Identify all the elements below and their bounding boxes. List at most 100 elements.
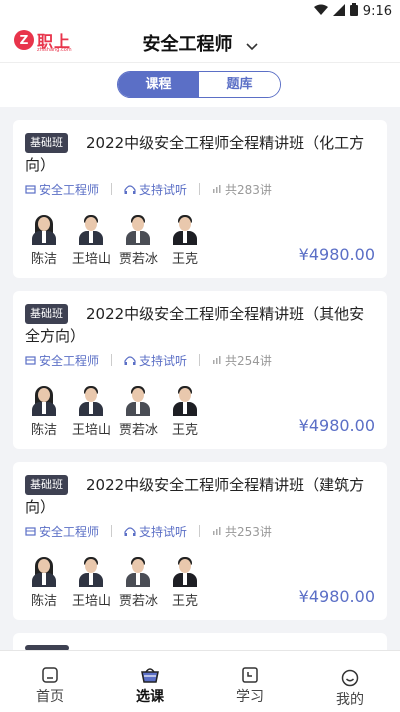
trial-tag-label: 支持试听 (139, 353, 188, 368)
teacher-avatar (76, 215, 106, 245)
audio-bars-icon (213, 185, 221, 193)
subject-tag: 安全工程师 (25, 523, 99, 540)
course-price: ¥4980.00 (298, 587, 375, 606)
chevron-down-icon (245, 36, 258, 55)
teacher-avatar (29, 557, 59, 587)
course-title: 2022中级安全工程师全程精讲班（建筑方向） (25, 476, 365, 516)
lesson-count: 共283讲 (212, 181, 272, 198)
teacher-name: 贾若冰 (119, 594, 159, 609)
trial-tag: 支持试听 (124, 523, 187, 540)
course-price: ¥4980.00 (298, 416, 375, 435)
lesson-count: 共254讲 (212, 352, 272, 369)
nav-home-label: 首页 (36, 689, 64, 705)
teacher-name: 王克 (171, 594, 198, 609)
book-icon (25, 355, 36, 365)
divider (111, 354, 113, 366)
subject-tag-label: 安全工程师 (39, 182, 100, 197)
course-tags: 安全工程师 支持试听 共253讲 (25, 523, 272, 539)
teacher-name: 王克 (171, 423, 198, 438)
teacher: 王培山 (72, 215, 112, 267)
teacher: 王克 (166, 386, 204, 438)
subject-tag-label: 安全工程师 (39, 524, 100, 539)
course-badge: 基础班 (25, 475, 68, 495)
teacher-name: 陈洁 (30, 252, 57, 267)
divider (199, 525, 201, 537)
basket-icon (120, 664, 180, 686)
teacher-name: 王培山 (72, 252, 112, 267)
teacher: 王培山 (72, 386, 112, 438)
wifi-icon (313, 4, 328, 20)
teacher-name: 王培山 (72, 594, 112, 609)
lesson-count-label: 共283讲 (225, 182, 272, 197)
course-card[interactable]: 2022中级安全工程师全程精讲班（建筑方向） 基础班 安全工程师 支持试听 共2… (13, 462, 387, 620)
course-card[interactable]: 2022中级安全工程师全程精讲班（化工方向） 基础班 安全工程师 支持试听 共2… (13, 120, 387, 278)
teacher-name: 贾若冰 (119, 252, 159, 267)
home-icon (20, 664, 80, 686)
course-card[interactable]: 2022中级安全工程师全程精讲班（其他安全方向） 基础班 安全工程师 支持试听 … (13, 291, 387, 449)
divider (111, 525, 113, 537)
tab-question-bank[interactable]: 题库 (199, 72, 280, 97)
nav-courses[interactable]: 选课 (120, 664, 180, 706)
teacher-avatar (170, 215, 200, 245)
teacher-list: 陈洁 王培山 贾若冰 王克 (25, 386, 204, 438)
nav-courses-label: 选课 (136, 689, 164, 705)
subject-tag: 安全工程师 (25, 352, 99, 369)
headphones-icon (124, 526, 136, 536)
teacher-avatar (29, 386, 59, 416)
page-title: 安全工程师 (142, 34, 233, 55)
clock-time: 9:16 (362, 4, 392, 19)
book-icon (25, 526, 36, 536)
teacher-name: 王培山 (72, 423, 112, 438)
course-badge: 基础班 (25, 304, 68, 324)
course-tags: 安全工程师 支持试听 共283讲 (25, 181, 272, 197)
teacher: 王克 (166, 557, 204, 609)
divider (199, 354, 201, 366)
battery-icon (349, 3, 358, 20)
nav-study[interactable]: 学习 (220, 664, 280, 706)
teacher: 陈洁 (25, 557, 63, 609)
teacher-avatar (123, 386, 153, 416)
teacher-avatar (170, 386, 200, 416)
study-icon (220, 664, 280, 686)
teacher-avatar (123, 215, 153, 245)
divider (111, 183, 113, 195)
course-price: ¥4980.00 (298, 245, 375, 264)
trial-tag-label: 支持试听 (139, 182, 188, 197)
trial-tag: 支持试听 (124, 181, 187, 198)
nav-study-label: 学习 (236, 689, 264, 705)
trial-tag: 支持试听 (124, 352, 187, 369)
course-badge: 基础班 (25, 133, 68, 153)
teacher: 贾若冰 (119, 557, 159, 609)
nav-profile-label: 我的 (336, 692, 364, 708)
teacher: 贾若冰 (119, 215, 159, 267)
app-header: Z 职上 zhishang.com 安全工程师 (0, 22, 400, 62)
teacher: 王培山 (72, 557, 112, 609)
audio-bars-icon (213, 527, 221, 535)
subject-selector[interactable]: 安全工程师 (0, 30, 400, 56)
teacher-avatar (170, 557, 200, 587)
course-title: 2022中级安全工程师全程精讲班（其他安全方向） (25, 305, 365, 345)
segmented-control: 课程 题库 (117, 71, 281, 98)
course-title: 2022中级安全工程师全程精讲班（化工方向） (25, 134, 365, 174)
teacher-name: 贾若冰 (119, 423, 159, 438)
teacher: 王克 (166, 215, 204, 267)
status-bar: 9:16 (0, 0, 400, 22)
teacher-avatar (76, 386, 106, 416)
teacher-avatar (29, 215, 59, 245)
profile-icon (320, 667, 380, 689)
teacher-list: 陈洁 王培山 贾若冰 王克 (25, 557, 204, 609)
bottom-nav: 首页 选课 学习 我的 (0, 650, 400, 712)
signal-icon (332, 3, 345, 20)
course-tags: 安全工程师 支持试听 共254讲 (25, 352, 272, 368)
nav-home[interactable]: 首页 (20, 664, 80, 706)
subject-tag: 安全工程师 (25, 181, 99, 198)
divider (199, 183, 201, 195)
teacher-name: 陈洁 (30, 423, 57, 438)
tab-courses[interactable]: 课程 (118, 72, 199, 97)
audio-bars-icon (213, 356, 221, 364)
teacher-name: 王克 (171, 252, 198, 267)
teacher: 陈洁 (25, 386, 63, 438)
teacher: 贾若冰 (119, 386, 159, 438)
lesson-count-label: 共253讲 (225, 524, 272, 539)
nav-profile[interactable]: 我的 (320, 667, 380, 709)
